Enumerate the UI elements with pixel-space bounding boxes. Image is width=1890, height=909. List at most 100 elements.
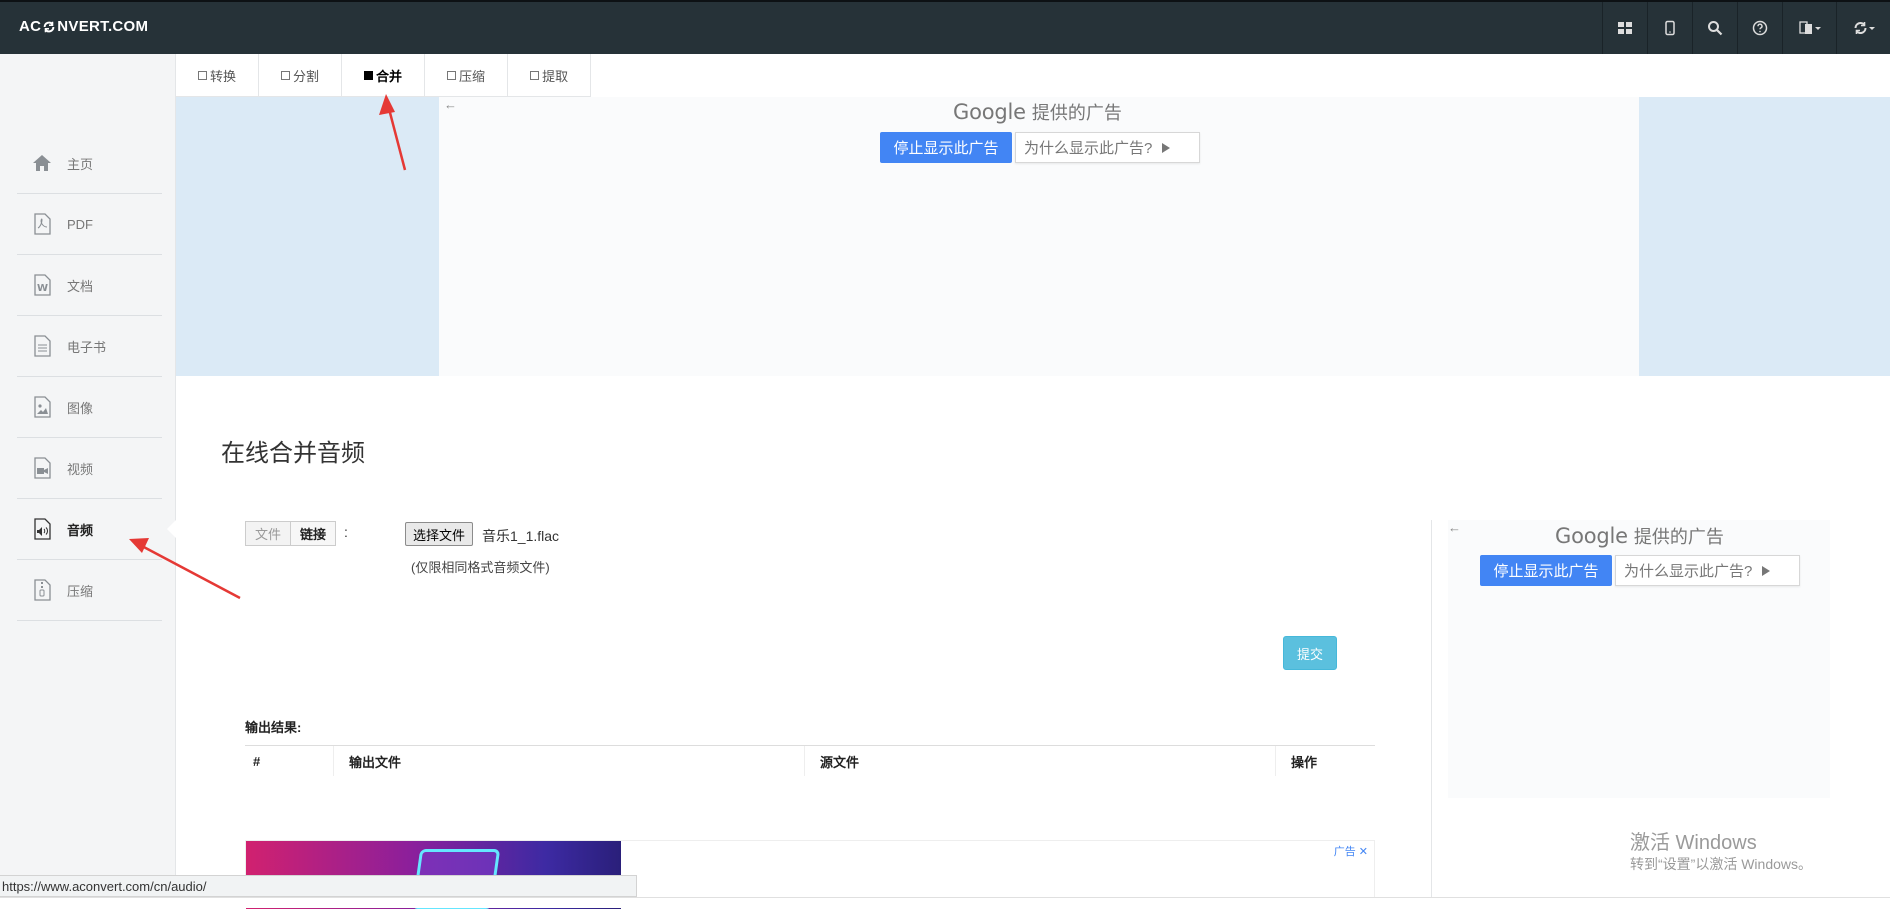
sidebar-item-pdf[interactable]: PDF (17, 194, 162, 255)
taskbar-strip (0, 897, 1890, 908)
column-header-source-file: 源文件 (804, 746, 1275, 776)
mobile-view-button[interactable] (1647, 2, 1692, 54)
archive-icon (34, 579, 51, 601)
ad-provided-text: 提供的广告 (1633, 527, 1724, 547)
ad-provider-line: Google 提供的广告 (953, 99, 1122, 125)
video-icon (34, 457, 51, 479)
logo-swirl-icon (43, 21, 55, 32)
source-colon: : (344, 524, 348, 540)
checkbox-icon (281, 71, 291, 80)
column-header-output-file: 输出文件 (333, 746, 804, 776)
source-file-button[interactable]: 文件 (245, 521, 292, 546)
tab-merge[interactable]: 合并 (342, 54, 426, 97)
ad-back-arrow-icon[interactable]: ← (1448, 520, 1461, 535)
right-ad-panel: ← Google 提供的广告 停止显示此广告 为什么显示此广告? (1448, 520, 1830, 798)
tool-tabs: 转换 分割 合并 压缩 提取 (176, 54, 592, 97)
stop-showing-ad-button[interactable]: 停止显示此广告 (880, 132, 1012, 163)
logo-text-right: NVERT.COM (57, 18, 149, 35)
selected-file-name: 音乐1_1.flac (482, 528, 560, 544)
browser-status-bar: https://www.aconvert.com/cn/audio/ (0, 875, 637, 897)
sidebar-item-archive[interactable]: 压缩 (17, 560, 162, 621)
sidebar-item-label: 图像 (67, 400, 94, 416)
tab-extract[interactable]: 提取 (508, 54, 592, 97)
sidebar-item-label: PDF (67, 216, 93, 232)
sidebar-item-label: 音频 (67, 522, 94, 538)
stop-showing-ad-button[interactable]: 停止显示此广告 (1480, 555, 1612, 586)
top-ad-panel: ← Google 提供的广告 停止显示此广告 为什么显示此广告? (439, 97, 1639, 376)
sidebar-item-document[interactable]: W 文档 (17, 255, 162, 316)
play-icon (1162, 142, 1171, 153)
ad-back-arrow-icon[interactable]: ← (444, 97, 457, 112)
play-icon (1762, 565, 1771, 576)
sidebar-item-ebook[interactable]: 电子书 (17, 316, 162, 377)
pdf-icon (34, 213, 51, 235)
audio-icon (34, 518, 51, 540)
tablet-icon (1665, 20, 1675, 36)
close-icon[interactable]: ✕ (1359, 846, 1368, 858)
ebook-icon (34, 335, 51, 357)
why-this-ad-label: 为什么显示此广告? (1024, 140, 1153, 157)
checkbox-icon (530, 71, 540, 80)
home-icon (33, 155, 51, 171)
tab-label: 合并 (376, 69, 403, 84)
help-button[interactable] (1737, 2, 1782, 54)
grid-menu-button[interactable] (1602, 2, 1647, 54)
table-header-row: # 输出文件 源文件 操作 (245, 746, 1375, 776)
right-column-divider (1431, 520, 1432, 908)
why-this-ad-button[interactable]: 为什么显示此广告? (1015, 132, 1200, 163)
choose-file-button[interactable]: 选择文件 (405, 522, 474, 546)
google-wordmark: Google (953, 100, 1026, 124)
sidebar-item-label: 主页 (67, 156, 94, 172)
column-header-index: # (253, 753, 261, 769)
image-icon (34, 396, 51, 418)
checkbox-icon (447, 71, 457, 80)
search-button[interactable] (1692, 2, 1737, 54)
why-this-ad-button[interactable]: 为什么显示此广告? (1615, 555, 1800, 586)
tab-label: 转换 (210, 69, 237, 84)
tab-compress[interactable]: 压缩 (425, 54, 509, 97)
refresh-icon (1854, 22, 1875, 34)
word-document-icon: W (34, 274, 51, 296)
ad-label[interactable]: 广告 ✕ (1334, 843, 1368, 859)
ad-provided-text: 提供的广告 (1031, 103, 1122, 123)
sidebar-item-video[interactable]: 视频 (17, 438, 162, 499)
column-header-action: 操作 (1275, 746, 1375, 776)
page-title: 在线合并音频 (221, 440, 365, 467)
sidebar-item-label: 视频 (67, 461, 94, 477)
tab-split[interactable]: 分割 (259, 54, 343, 97)
top-navbar: AC NVERT.COM (0, 0, 1890, 54)
tab-label: 分割 (293, 69, 320, 84)
why-this-ad-label: 为什么显示此广告? (1624, 563, 1753, 580)
help-icon (1752, 20, 1768, 36)
sidebar-item-label: 电子书 (67, 339, 107, 355)
google-wordmark: Google (1555, 524, 1628, 548)
sidebar-item-label: 压缩 (67, 583, 94, 599)
site-logo[interactable]: AC NVERT.COM (19, 18, 148, 35)
search-icon (1708, 21, 1723, 36)
source-link-button[interactable]: 链接 (291, 521, 337, 546)
activation-watermark-subtitle: 转到“设置”以激活 Windows。 (1630, 856, 1813, 872)
sidebar-item-home[interactable]: 主页 (17, 133, 162, 194)
category-sidebar: 主页 PDF W 文档 电子书 图像 视频 音频 压缩 (0, 54, 177, 908)
ad-provider-line: Google 提供的广告 (1555, 523, 1724, 549)
source-toggle: 文件 链接 (245, 521, 337, 546)
ad-label-text: 广告 (1333, 846, 1356, 858)
format-hint: (仅限相同格式音频文件) (411, 560, 550, 575)
refresh-dropdown[interactable] (1836, 2, 1890, 54)
tab-convert[interactable]: 转换 (176, 54, 260, 97)
language-icon (1798, 21, 1821, 34)
grid-icon (1618, 22, 1632, 34)
submit-button[interactable]: 提交 (1283, 636, 1337, 670)
tab-label: 提取 (542, 69, 569, 84)
sidebar-item-image[interactable]: 图像 (17, 377, 162, 438)
svg-text:W: W (37, 283, 48, 294)
output-table: # 输出文件 源文件 操作 (245, 745, 1375, 776)
language-dropdown[interactable] (1782, 2, 1836, 54)
sidebar-item-audio[interactable]: 音频 (17, 499, 177, 560)
checkbox-filled-icon (364, 71, 374, 80)
logo-text-left: AC (19, 18, 42, 35)
tab-label: 压缩 (459, 69, 486, 84)
activation-watermark-title: 激活 Windows (1630, 832, 1757, 854)
checkbox-icon (198, 71, 207, 80)
sidebar-item-label: 文档 (67, 278, 94, 294)
